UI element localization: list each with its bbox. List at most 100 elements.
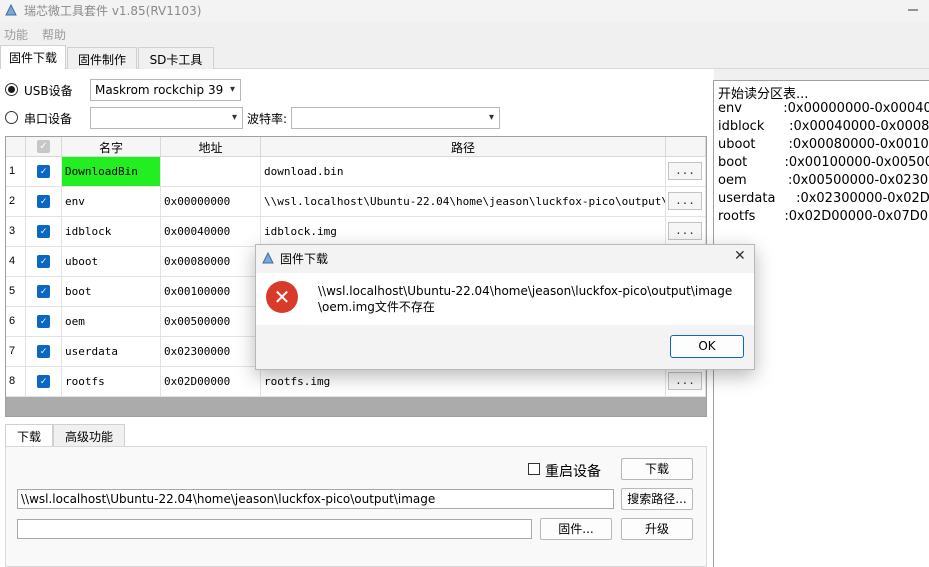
row-path[interactable]: idblock.img [261,217,666,247]
tab-sd-tool[interactable]: SD卡工具 [138,47,214,69]
error-icon: ✕ [266,281,298,313]
row-browse-cell: ... [666,157,706,187]
row-address[interactable]: 0x00040000 [161,217,261,247]
row-name[interactable]: idblock [62,217,161,247]
window-title: 瑞芯微工具套件 v1.85(RV1103) [24,4,202,18]
row-number: 2 [6,187,26,217]
serial-device-select[interactable]: ▾ [90,107,243,129]
row-name[interactable]: userdata [62,337,161,367]
row-name[interactable]: oem [62,307,161,337]
bottom-tabs: 下载 高级功能 [5,424,707,446]
row-select-cell: ✓ [26,247,62,277]
usb-device-value: Maskrom rockchip 39 [95,83,224,97]
row-select-cell: ✓ [26,217,62,247]
search-path-button[interactable]: 搜索路径... [621,488,693,510]
error-dialog: 固件下载 ✕ ✕ \\wsl.localhost\Ubuntu-22.04\ho… [255,244,755,370]
row-name[interactable]: rootfs [62,367,161,397]
row-checkbox[interactable]: ✓ [37,375,50,388]
firmware-file-input[interactable] [17,519,532,539]
chevron-down-icon: ▾ [488,112,494,123]
row-path[interactable]: download.bin [261,157,666,187]
usb-device-select[interactable]: Maskrom rockchip 39 ▾ [90,79,241,101]
column-header-browse [666,137,706,157]
select-all-checkbox[interactable]: ✓ [37,140,50,153]
row-name[interactable]: DownloadBin [62,157,161,187]
select-all-header: ✓ [26,137,62,157]
firmware-button[interactable]: 固件... [540,518,612,540]
reboot-checkbox[interactable] [528,463,540,475]
row-select-cell: ✓ [26,367,62,397]
row-name[interactable]: uboot [62,247,161,277]
column-header-name: 名字 [62,137,161,157]
row-address[interactable] [161,157,261,187]
baud-rate-label: 波特率: [247,112,288,126]
tab-download[interactable]: 下载 [5,424,53,446]
dialog-body: ✕ \\wsl.localhost\Ubuntu-22.04\home\jeas… [256,273,754,325]
row-select-cell: ✓ [26,157,62,187]
download-button[interactable]: 下载 [621,458,693,480]
minimize-icon[interactable] [906,3,920,17]
row-address[interactable]: 0x02300000 [161,337,261,367]
row-address[interactable]: 0x00100000 [161,277,261,307]
row-browse-cell: ... [666,187,706,217]
row-checkbox[interactable]: ✓ [37,285,50,298]
log-line: uboot :0x00080000-0x001000 [718,137,929,152]
row-address[interactable]: 0x00000000 [161,187,261,217]
browse-button[interactable]: ... [668,222,702,240]
row-number: 5 [6,277,26,307]
tab-firmware-build[interactable]: 固件制作 [67,47,137,69]
row-number: 4 [6,247,26,277]
row-number: 1 [6,157,26,187]
row-number: 6 [6,307,26,337]
main-tabs: 固件下载 固件制作 SD卡工具 [0,45,929,70]
close-icon[interactable]: ✕ [734,248,746,264]
log-line: oem :0x00500000-0x023000 [718,173,929,188]
browse-button[interactable]: ... [668,372,702,390]
app-icon [262,251,274,264]
baud-rate-select[interactable]: ▾ [291,107,500,129]
row-checkbox[interactable]: ✓ [37,315,50,328]
column-header-path: 路径 [261,137,666,157]
browse-button[interactable]: ... [668,162,702,180]
row-address[interactable]: 0x00500000 [161,307,261,337]
row-checkbox[interactable]: ✓ [37,225,50,238]
upgrade-button[interactable]: 升级 [621,518,693,540]
row-checkbox[interactable]: ✓ [37,165,50,178]
log-header: 开始读分区表... [718,87,809,102]
column-header-address: 地址 [161,137,261,157]
ok-button[interactable]: OK [670,335,744,358]
row-path[interactable]: rootfs.img [261,367,666,397]
tab-firmware-download[interactable]: 固件下载 [0,45,66,70]
reboot-label: 重启设备 [545,464,601,480]
serial-device-radio[interactable] [5,111,18,124]
row-number: 3 [6,217,26,247]
log-line: rootfs :0x02D00000-0x07D000 [718,209,929,224]
row-browse-cell: ... [666,367,706,397]
log-line: env :0x00000000-0x0004000 [718,101,929,116]
row-address[interactable]: 0x02D00000 [161,367,261,397]
row-checkbox[interactable]: ✓ [37,255,50,268]
tab-advanced[interactable]: 高级功能 [53,424,125,446]
usb-device-label: USB设备 [24,84,73,98]
row-select-cell: ✓ [26,187,62,217]
row-checkbox[interactable]: ✓ [37,195,50,208]
row-name[interactable]: env [62,187,161,217]
browse-button[interactable]: ... [668,192,702,210]
title-bar: 瑞芯微工具套件 v1.85(RV1103) [0,0,929,22]
download-options-panel: 重启设备 下载 \\wsl.localhost\Ubuntu-22.04\hom… [5,446,707,567]
row-select-cell: ✓ [26,337,62,367]
row-path[interactable]: \\wsl.localhost\Ubuntu-22.04\home\jeason… [261,187,666,217]
row-number: 7 [6,337,26,367]
app-icon [5,3,17,16]
row-checkbox[interactable]: ✓ [37,345,50,358]
menu-item-function[interactable]: 功能 [4,26,28,43]
menu-item-help[interactable]: 帮助 [42,26,66,43]
log-line: boot :0x00100000-0x005000 [718,155,929,170]
serial-device-label: 串口设备 [24,112,73,126]
row-name[interactable]: boot [62,277,161,307]
row-browse-cell: ... [666,217,706,247]
usb-device-radio[interactable] [5,83,18,96]
firmware-path-input[interactable]: \\wsl.localhost\Ubuntu-22.04\home\jeason… [17,489,614,509]
row-address[interactable]: 0x00080000 [161,247,261,277]
log-line: userdata :0x02300000-0x02D00 [718,191,929,206]
